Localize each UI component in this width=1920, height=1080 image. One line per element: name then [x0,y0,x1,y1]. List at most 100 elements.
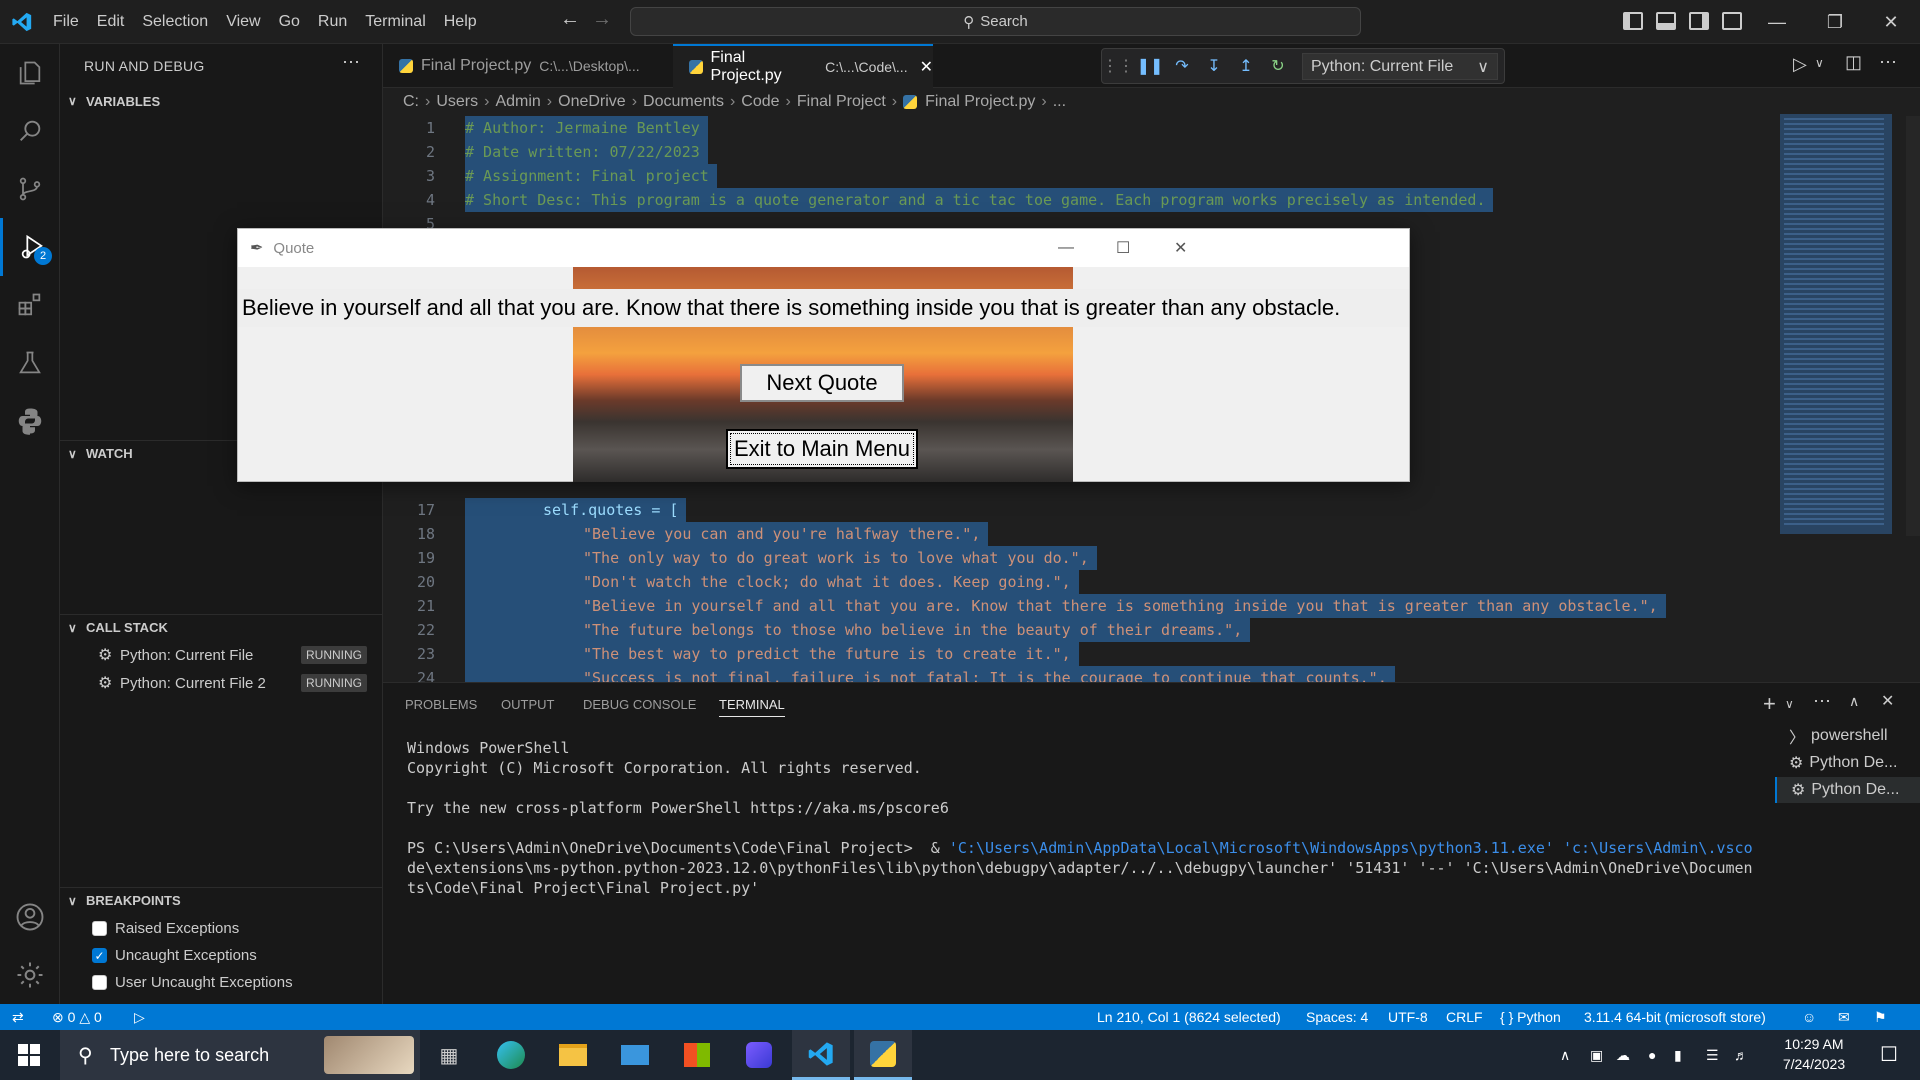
mail-icon[interactable] [606,1030,664,1080]
close-icon[interactable]: ✕ [1174,238,1187,258]
toggle-panel-icon[interactable] [1656,12,1676,30]
command-center-search[interactable]: ⚲ Search [630,7,1361,36]
show-hidden-icons-icon[interactable]: ∧ [1560,1030,1570,1080]
cursor-position[interactable]: Ln 210, Col 1 (8624 selected) [1097,1004,1281,1030]
testing-icon[interactable] [0,334,60,392]
menu-terminal[interactable]: Terminal [356,0,434,44]
extensions-icon[interactable] [0,276,60,334]
microsoft-store-icon[interactable] [668,1030,726,1080]
meet-now-icon[interactable]: ▣ [1590,1030,1603,1080]
breadcrumb-item[interactable]: C: [403,93,419,111]
panel-more-icon[interactable]: ⋯ [1813,691,1831,712]
accounts-icon[interactable] [0,888,60,946]
feedback-icon[interactable]: ✉ [1838,1004,1850,1030]
file-explorer-icon[interactable] [544,1030,602,1080]
task-view-icon[interactable]: ▦ [420,1030,478,1080]
call-stack-section-header[interactable]: ∨ CALL STACK [60,614,383,640]
breadcrumb-item[interactable]: Code [741,93,779,111]
restore-icon[interactable]: ❐ [1806,0,1864,44]
menu-run[interactable]: Run [309,0,356,44]
checkbox[interactable] [92,921,107,936]
maximize-panel-icon[interactable]: ∧ [1849,693,1859,710]
source-control-icon[interactable] [0,160,60,218]
close-panel-icon[interactable]: ✕ [1881,691,1894,711]
breadcrumb-item[interactable]: Documents [643,93,724,111]
toggle-secondary-sidebar-icon[interactable] [1689,12,1709,30]
run-icon[interactable]: ▷ [1793,54,1807,75]
breadcrumb-item[interactable]: Final Project [797,93,886,111]
taskbar-search-box[interactable]: ⚲ Type here to search [60,1030,420,1080]
taskbar-clock[interactable]: 10:29 AM 7/24/2023 [1764,1034,1864,1074]
microphone-icon[interactable]: ● [1648,1030,1656,1080]
breakpoint-raised-exceptions[interactable]: Raised Exceptions [60,915,383,942]
indentation[interactable]: Spaces: 4 [1306,1004,1368,1030]
restart-icon[interactable]: ↻ [1262,56,1294,76]
exit-to-main-menu-button[interactable]: Exit to Main Menu [726,429,918,469]
onedrive-icon[interactable]: ☁ [1616,1030,1630,1080]
language-mode[interactable]: { } Python [1500,1004,1561,1030]
quote-window-titlebar[interactable]: ✒ Quote — ☐ ✕ [238,229,1409,267]
breadcrumb-item[interactable]: Users [436,93,478,111]
menu-selection[interactable]: Selection [133,0,217,44]
edge-browser-icon[interactable] [482,1030,540,1080]
checkbox[interactable] [92,975,107,990]
breadcrumb-item[interactable]: ... [1053,93,1066,111]
forward-arrow-icon[interactable]: → [586,8,618,31]
wifi-icon[interactable]: ☰ [1706,1030,1719,1080]
drag-handle-icon[interactable]: ⋮⋮ [1102,56,1134,76]
end-of-line[interactable]: CRLF [1446,1004,1483,1030]
tab-final-project-desktop[interactable]: Final Project.py C:\...\Desktop\... [383,44,673,88]
minimize-icon[interactable]: — [1748,0,1806,44]
python-icon[interactable] [0,392,60,450]
volume-icon[interactable]: ♬ [1734,1030,1748,1080]
run-and-debug-icon[interactable]: 2 [0,218,60,276]
breadcrumb-item[interactable]: Admin [495,93,540,111]
new-terminal-icon[interactable]: + [1763,691,1776,717]
call-stack-item[interactable]: ⚙ Python: Current File 2 RUNNING [60,669,383,697]
chevron-down-icon[interactable]: ∨ [1785,697,1794,711]
debug-config-select[interactable]: Python: Current File ∨ [1302,53,1498,80]
tab-problems[interactable]: PROBLEMS [405,697,477,712]
close-icon[interactable]: ✕ [1862,0,1920,44]
menu-file[interactable]: File [44,0,88,44]
breakpoints-section-header[interactable]: ∨ BREAKPOINTS [60,887,383,913]
step-out-icon[interactable]: ↥ [1230,56,1262,76]
clipchamp-icon[interactable] [730,1030,788,1080]
debug-status-icon[interactable]: ▷ [134,1004,145,1030]
problems-status[interactable]: ⊗ 0 △ 0 [52,1004,102,1030]
breakpoint-uncaught-exceptions[interactable]: ✓ Uncaught Exceptions [60,942,383,969]
tab-final-project-code[interactable]: Final Project.py C:\...\Code\... ✕ [673,44,933,88]
next-quote-button[interactable]: Next Quote [740,364,904,402]
terminal-item-python-debug[interactable]: ⚙ Python De... [1775,750,1920,776]
encoding[interactable]: UTF-8 [1388,1004,1428,1030]
notification-center-icon[interactable]: ☐ [1880,1030,1898,1080]
tab-output[interactable]: OUTPUT [501,697,554,712]
call-stack-item[interactable]: ⚙ Python: Current File RUNNING [60,641,383,669]
tab-close-icon[interactable]: ✕ [920,57,933,77]
battery-icon[interactable]: ▮ [1674,1030,1682,1080]
live-share-icon[interactable]: ☺ [1802,1004,1816,1030]
pause-icon[interactable]: ❚❚ [1134,56,1166,76]
explorer-icon[interactable] [0,44,60,102]
manage-gear-icon[interactable] [0,946,60,1004]
step-into-icon[interactable]: ↧ [1198,56,1230,76]
menu-edit[interactable]: Edit [88,0,134,44]
terminal-item-powershell[interactable]: 〉 powershell [1775,723,1920,749]
tab-debug-console[interactable]: DEBUG CONSOLE [583,697,696,712]
customize-layout-icon[interactable] [1722,12,1742,30]
breadcrumb-item[interactable]: Final Project.py [925,93,1035,111]
editor-scrollbar[interactable] [1906,116,1920,536]
minimize-icon[interactable]: — [1058,239,1074,257]
windows-start-icon[interactable] [0,1030,58,1080]
breadcrumb-item[interactable]: OneDrive [558,93,626,111]
search-activity-icon[interactable] [0,102,60,160]
remote-icon[interactable]: ⇄ [12,1004,24,1030]
run-dropdown-icon[interactable]: ∨ [1815,56,1824,70]
notifications-bell-icon[interactable]: ⚑ [1874,1004,1887,1030]
more-actions-icon[interactable]: ⋯ [342,52,360,73]
maximize-icon[interactable]: ☐ [1116,238,1130,258]
menu-help[interactable]: Help [435,0,486,44]
vscode-taskbar-icon[interactable] [792,1030,850,1080]
python-interpreter[interactable]: 3.11.4 64-bit (microsoft store) [1584,1004,1766,1030]
menu-view[interactable]: View [217,0,269,44]
